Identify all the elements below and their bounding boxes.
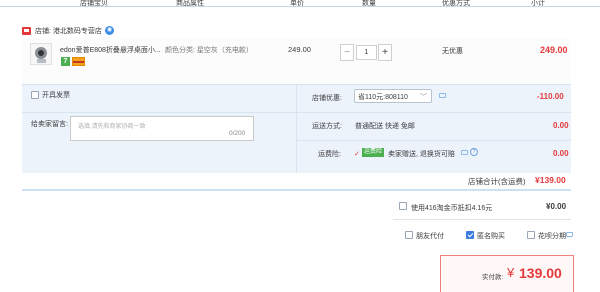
col-shop-item: 店铺宝贝 bbox=[80, 0, 108, 7]
coins-divider bbox=[393, 219, 571, 220]
anonymous-purchase-checkbox[interactable] bbox=[466, 231, 474, 239]
shop-total-label: 店铺合计(含运费) bbox=[468, 177, 526, 186]
message-icon[interactable] bbox=[439, 93, 446, 98]
panel-divider bbox=[296, 140, 571, 141]
seven-day-return-badge: 7 bbox=[61, 57, 70, 66]
camera-lens-icon bbox=[35, 47, 47, 59]
item-discount: 无优惠 bbox=[442, 48, 463, 55]
shop-icon bbox=[22, 27, 31, 35]
camera-base-icon bbox=[37, 59, 46, 63]
message-icon[interactable] bbox=[566, 232, 573, 237]
col-unit-price: 单价 bbox=[290, 0, 304, 7]
col-quantity: 数量 bbox=[362, 0, 376, 7]
huabei-installment-label: 花呗分期 bbox=[538, 233, 566, 240]
help-icon[interactable]: ? bbox=[470, 148, 478, 156]
shop-coupon-label: 店铺优惠: bbox=[312, 95, 342, 102]
checkmark-icon: ✓ bbox=[354, 151, 360, 158]
insurance-badge: 运费险 bbox=[362, 148, 385, 157]
panel-divider bbox=[22, 112, 296, 113]
invoice-label: 开具发票 bbox=[42, 92, 70, 99]
shop-coupon-value: 省110元:808110 bbox=[358, 94, 408, 101]
huabei-installment-checkbox[interactable] bbox=[527, 231, 535, 239]
friend-pay-label: 朋友代付 bbox=[416, 233, 444, 240]
insurance-description: 卖家赠送, 退换货可赔 bbox=[388, 151, 455, 158]
insurance-amount: 0.00 bbox=[553, 149, 569, 158]
product-thumbnail[interactable] bbox=[30, 43, 52, 65]
shipping-amount: 0.00 bbox=[553, 121, 569, 130]
shipping-label: 运送方式: bbox=[312, 123, 342, 130]
shipping-method: 普通配送 快递 免邮 bbox=[355, 123, 415, 130]
col-attributes: 商品属性 bbox=[176, 0, 204, 7]
seller-message-placeholder: 选填,请先和商家协商一致 bbox=[78, 124, 146, 130]
shop-name-link[interactable]: 店铺: 港北数码专营店 bbox=[35, 26, 102, 36]
unit-price: 249.00 bbox=[288, 45, 311, 54]
message-icon[interactable] bbox=[461, 150, 468, 155]
shop-total-amount: ¥139.00 bbox=[535, 175, 566, 185]
coupon-amount: -110.00 bbox=[537, 92, 564, 101]
product-attributes: 颜色分类: 星空灰（充电款） bbox=[165, 47, 253, 54]
decrease-button[interactable]: − bbox=[340, 44, 354, 61]
quantity-input[interactable]: 1 bbox=[356, 45, 377, 60]
chat-icon[interactable]: ◉ bbox=[105, 26, 114, 35]
actual-payment-amount: 139.00 bbox=[519, 265, 562, 281]
credit-card-icon bbox=[72, 57, 85, 66]
actual-payment-label: 实付款: bbox=[482, 274, 504, 281]
item-subtotal: 249.00 bbox=[540, 45, 568, 55]
seller-message-label: 给卖家留言: bbox=[31, 121, 68, 128]
product-title-link[interactable]: edon爱普E808折叠悬浮桌面小... bbox=[60, 45, 161, 55]
table-header: 店铺宝贝 商品属性 单价 数量 优惠方式 小计 bbox=[0, 0, 600, 7]
friend-pay-checkbox[interactable] bbox=[405, 231, 413, 239]
increase-button[interactable]: + bbox=[378, 44, 392, 61]
shop-total-divider bbox=[22, 189, 571, 191]
col-discount: 优惠方式 bbox=[442, 0, 470, 7]
panel-divider bbox=[296, 112, 571, 113]
panel-divider bbox=[296, 84, 297, 173]
coins-amount: ¥0.00 bbox=[546, 202, 567, 211]
taobao-coins-label: 使用416淘金币抵扣4.16元 bbox=[411, 205, 493, 212]
quantity-stepper: − 1 + bbox=[340, 44, 392, 61]
currency-symbol: ¥ bbox=[507, 265, 515, 280]
shipping-insurance-label: 运费险: bbox=[318, 151, 341, 158]
invoice-checkbox[interactable] bbox=[31, 91, 39, 99]
anonymous-purchase-label: 匿名购买 bbox=[477, 233, 505, 240]
message-char-count: 0/200 bbox=[229, 130, 246, 137]
taobao-coins-checkbox[interactable] bbox=[399, 202, 407, 210]
chevron-down-icon: ﹀ bbox=[420, 94, 427, 101]
col-subtotal: 小计 bbox=[531, 0, 545, 7]
